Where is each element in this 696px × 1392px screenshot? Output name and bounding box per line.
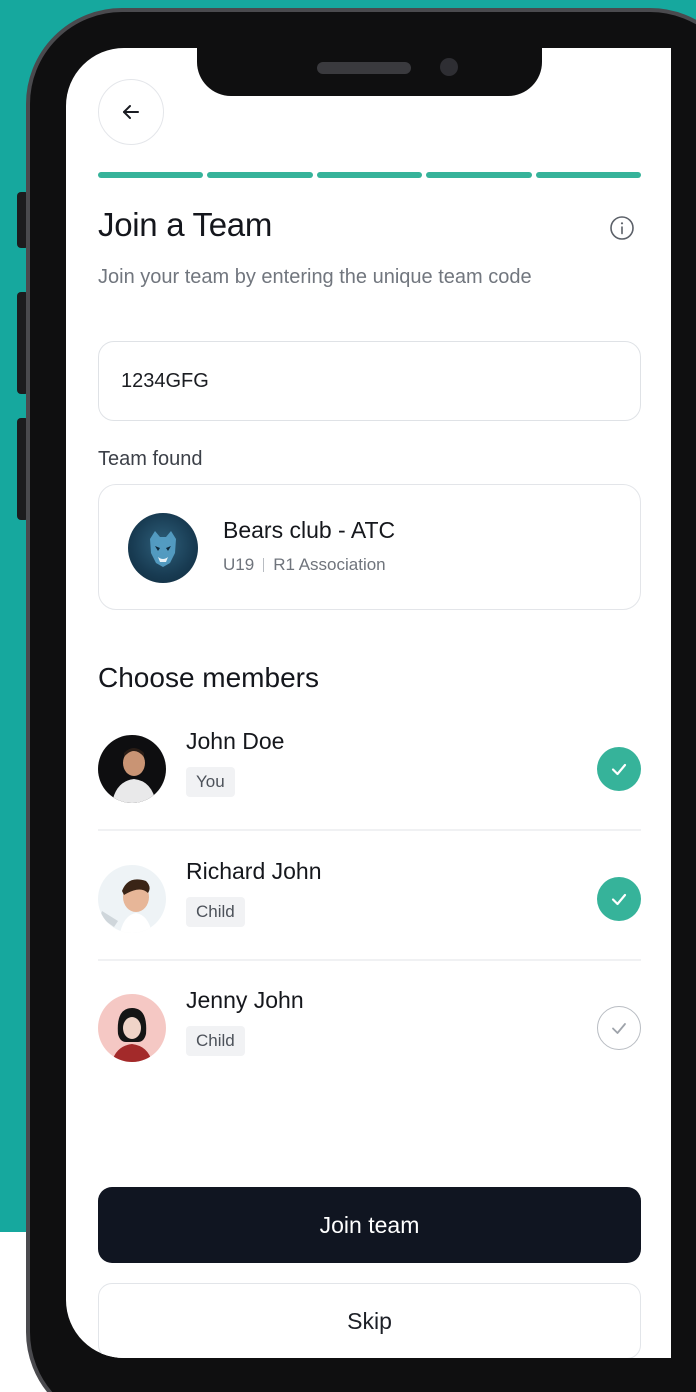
- speaker-grille: [317, 62, 411, 74]
- choose-members-title: Choose members: [98, 662, 319, 693]
- check-icon: [611, 893, 627, 906]
- member-row-john-doe[interactable]: John Doe You: [98, 711, 641, 821]
- member-select-checkbox[interactable]: [597, 877, 641, 921]
- member-row-jenny-john[interactable]: Jenny John Child: [98, 970, 641, 1080]
- back-button[interactable]: [98, 79, 164, 145]
- avatar-john-doe-graphic: [98, 735, 166, 803]
- info-circle-icon[interactable]: [609, 215, 635, 241]
- front-camera: [440, 58, 458, 76]
- arrow-left-icon: [123, 105, 139, 119]
- progress-step-2: [207, 172, 313, 178]
- phone-notch: [197, 40, 542, 96]
- team-found-card[interactable]: Bears club - ATC U19 R1 Association: [98, 484, 641, 610]
- member-divider: [98, 959, 641, 961]
- progress-step-4: [426, 172, 532, 178]
- step-progress-bar: [98, 172, 642, 178]
- avatar: [98, 735, 166, 803]
- team-found-label: Team found: [98, 448, 203, 470]
- team-association: R1 Association: [273, 555, 386, 574]
- avatar: [98, 865, 166, 933]
- page-title: Join a Team: [98, 206, 273, 243]
- team-code-input[interactable]: [98, 341, 641, 421]
- team-meta: U19 R1 Association: [223, 555, 386, 575]
- progress-step-5: [535, 172, 642, 178]
- member-row-richard-john[interactable]: Richard John Child: [98, 841, 641, 951]
- team-age-group: U19: [223, 555, 255, 574]
- skip-button[interactable]: Skip: [98, 1283, 641, 1358]
- check-icon: [612, 1023, 626, 1034]
- avatar-jenny-john-graphic: [98, 994, 166, 1062]
- member-name: Richard John: [186, 858, 322, 884]
- bear-crest-icon: [128, 513, 198, 583]
- member-tag: Child: [186, 1026, 245, 1056]
- member-tag: You: [186, 767, 235, 797]
- team-name: Bears club - ATC: [223, 517, 396, 543]
- progress-step-1: [98, 172, 204, 178]
- join-team-button[interactable]: Join team: [98, 1187, 641, 1263]
- meta-separator: [263, 558, 265, 572]
- phone-screen: Join a Team Join your team by entering t…: [66, 48, 671, 1358]
- page-subtitle: Join your team by entering the unique te…: [98, 266, 532, 288]
- avatar: [98, 994, 166, 1062]
- member-divider: [98, 829, 641, 831]
- check-icon: [611, 763, 627, 776]
- member-tag: Child: [186, 897, 245, 927]
- progress-step-3: [316, 172, 423, 178]
- member-name: John Doe: [186, 728, 285, 754]
- member-name: Jenny John: [186, 987, 304, 1013]
- member-select-checkbox[interactable]: [597, 747, 641, 791]
- stage: Join a Team Join your team by entering t…: [0, 0, 696, 1392]
- bear-logo-graphic: [150, 531, 176, 567]
- avatar-richard-john-graphic: [98, 865, 166, 933]
- member-select-checkbox[interactable]: [597, 1006, 641, 1050]
